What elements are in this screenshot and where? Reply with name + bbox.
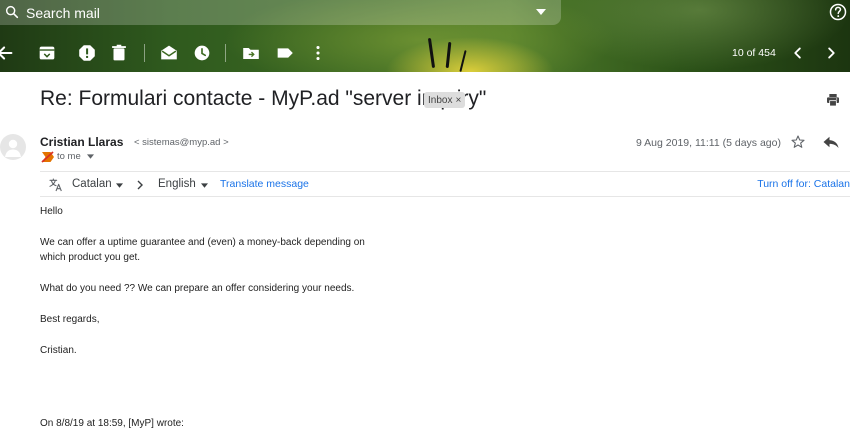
translate-icon [49, 178, 62, 192]
body-greeting: Hello [40, 206, 63, 217]
clock-icon [194, 45, 210, 61]
sender-email: < sistemas@myp.ad > [134, 137, 229, 148]
person-icon [5, 139, 21, 157]
body-signoff: Best regards, [40, 314, 100, 325]
star-outline-icon[interactable] [790, 134, 806, 150]
arrow-right-icon [137, 180, 143, 190]
body-paragraph: What do you need ?? We can prepare an of… [40, 283, 355, 294]
printer-icon[interactable] [825, 92, 841, 108]
report-spam-icon [79, 45, 95, 61]
newer-button[interactable] [820, 42, 842, 64]
sender-avatar[interactable] [0, 134, 26, 160]
quote-header: On 8/8/19 at 18:59, [MyP] wrote: [40, 418, 184, 429]
remove-label-button[interactable]: × [455, 95, 461, 106]
search-input[interactable] [26, 3, 506, 22]
message-date: 9 Aug 2019, 11:11 (5 days ago) [636, 137, 781, 149]
search-bar[interactable] [0, 0, 561, 25]
chevron-left-icon [794, 47, 801, 59]
older-button[interactable] [787, 42, 809, 64]
help-icon[interactable] [828, 2, 848, 22]
turn-off-translation-link[interactable]: Turn off for: Catalan [757, 178, 850, 190]
search-icon[interactable] [4, 4, 20, 20]
recipient-details-dropdown-icon[interactable] [87, 154, 94, 159]
important-marker-icon[interactable] [41, 151, 55, 163]
more-vertical-icon [316, 45, 320, 61]
target-language-select[interactable]: English [158, 178, 196, 190]
labels-button[interactable] [274, 42, 296, 64]
reply-icon[interactable] [822, 134, 840, 150]
more-options-button[interactable] [307, 42, 329, 64]
archive-button[interactable] [36, 42, 58, 64]
source-language-select[interactable]: Catalan [72, 178, 112, 190]
chevron-down-icon[interactable] [201, 183, 208, 188]
label-chip-text: Inbox [428, 94, 453, 106]
move-to-button[interactable] [240, 42, 262, 64]
folder-move-icon [243, 47, 259, 59]
sender-name[interactable]: Cristian Llaras [40, 135, 123, 149]
mark-unread-icon [161, 45, 177, 60]
report-spam-button[interactable] [76, 42, 98, 64]
toolbar-divider [225, 44, 226, 62]
body-paragraph-line: which product you get. [40, 252, 141, 263]
body-signature: Cristian. [40, 345, 77, 356]
delete-button[interactable] [108, 42, 130, 64]
toolbar-divider [144, 44, 145, 62]
chevron-down-icon[interactable] [116, 183, 123, 188]
archive-icon [39, 46, 55, 60]
pager-count: 10 of 454 [732, 47, 776, 59]
back-button[interactable] [0, 42, 16, 64]
translate-bar: Catalan English Translate message Turn o… [40, 171, 850, 197]
trash-icon [112, 44, 126, 61]
snooze-button[interactable] [191, 42, 213, 64]
inbox-label-chip[interactable]: Inbox × [424, 92, 466, 108]
mark-unread-button[interactable] [158, 42, 180, 64]
arrow-left-icon [0, 46, 13, 60]
label-icon [277, 48, 293, 58]
body-paragraph-line: We can offer a uptime guarantee and (eve… [40, 237, 365, 248]
chevron-right-icon [828, 47, 835, 59]
search-options-icon[interactable] [536, 8, 546, 16]
email-subject: Re: Formulari contacte - MyP.ad "server … [40, 87, 487, 110]
translate-message-link[interactable]: Translate message [220, 178, 309, 190]
recipient-summary[interactable]: to me [57, 151, 81, 162]
